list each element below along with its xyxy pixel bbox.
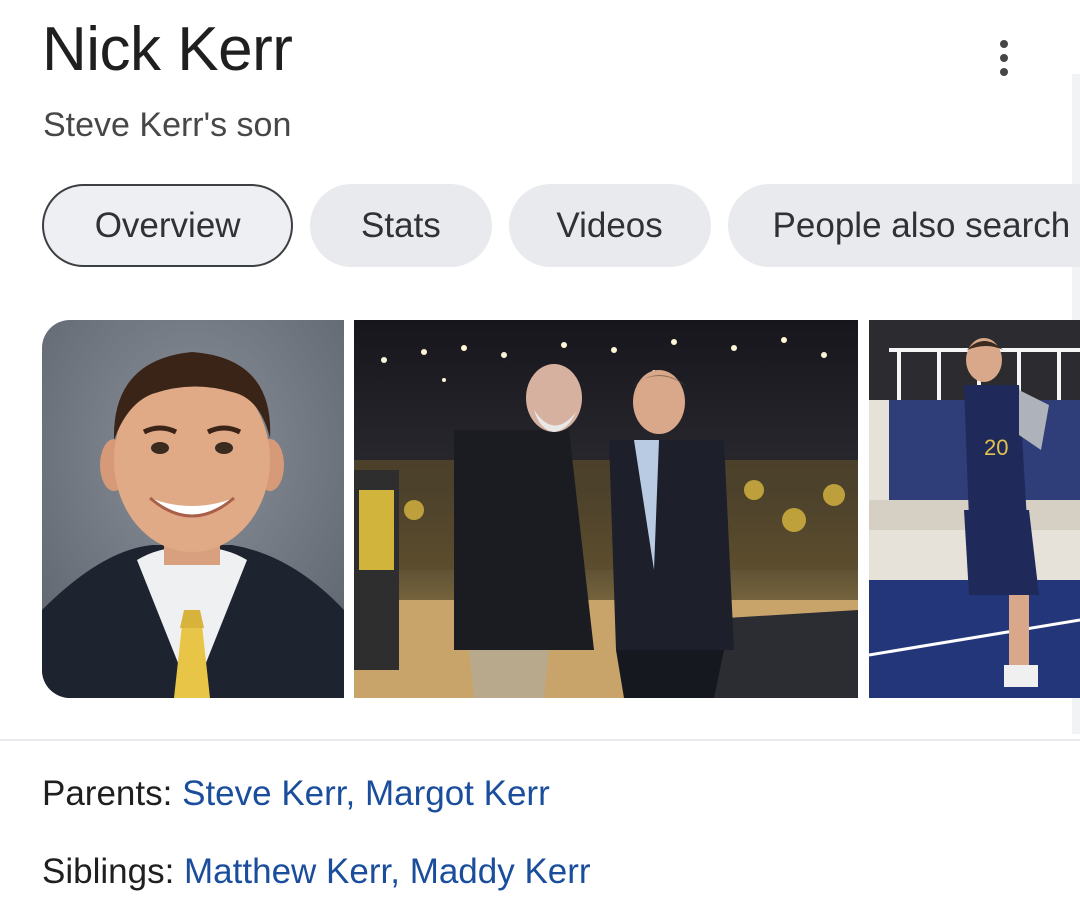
- practice-photo: 20: [869, 320, 1080, 698]
- tab-people-also-search[interactable]: People also search for: [727, 184, 1080, 267]
- link-margot-kerr[interactable]: Margot Kerr: [365, 774, 550, 813]
- more-vert-icon-dot: [1000, 68, 1008, 76]
- page-title: Nick Kerr: [42, 15, 293, 84]
- fact-label: Siblings:: [42, 852, 175, 891]
- page-subtitle: Steve Kerr's son: [43, 106, 292, 144]
- tab-overview[interactable]: Overview: [42, 184, 294, 267]
- image-arena[interactable]: [354, 320, 858, 698]
- fact-label: Parents:: [42, 774, 173, 813]
- image-carousel: 20: [42, 320, 1080, 698]
- link-matthew-kerr[interactable]: Matthew Kerr: [184, 852, 390, 891]
- link-separator: ,: [345, 774, 365, 813]
- link-separator: ,: [390, 852, 410, 891]
- more-vert-icon-dot: [1000, 40, 1008, 48]
- arena-photo: [354, 320, 858, 698]
- link-steve-kerr[interactable]: Steve Kerr: [182, 774, 345, 813]
- knowledge-panel: Nick Kerr Steve Kerr's son Overview Stat…: [0, 0, 1080, 913]
- fact-parents: Parents: Steve Kerr, Margot Kerr: [42, 774, 550, 814]
- link-maddy-kerr[interactable]: Maddy Kerr: [410, 852, 591, 891]
- jersey-number: 20: [984, 435, 1008, 460]
- headshot-photo: [42, 320, 344, 698]
- fact-siblings: Siblings: Matthew Kerr, Maddy Kerr: [42, 852, 591, 892]
- image-headshot[interactable]: [42, 320, 344, 698]
- section-divider: [0, 739, 1080, 741]
- image-practice[interactable]: 20: [869, 320, 1080, 698]
- tab-stats[interactable]: Stats: [310, 184, 492, 267]
- more-vert-icon-dot: [1000, 54, 1008, 62]
- more-options-button[interactable]: [980, 32, 1028, 84]
- tab-bar: Overview Stats Videos People also search…: [42, 184, 1080, 268]
- tab-videos[interactable]: Videos: [508, 184, 711, 267]
